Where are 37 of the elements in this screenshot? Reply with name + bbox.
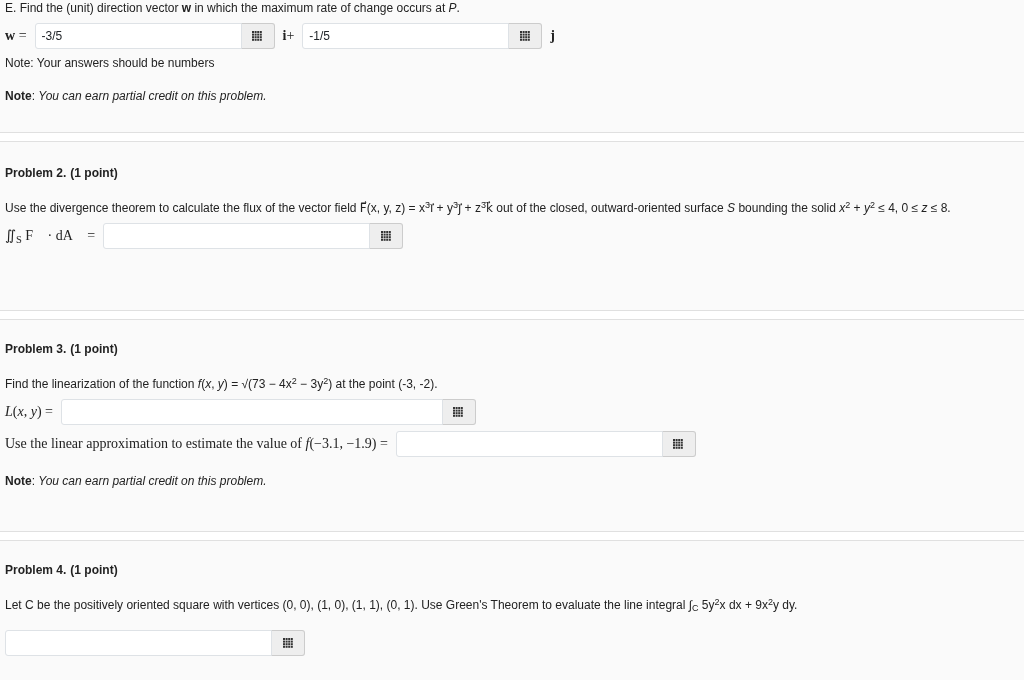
equation-editor-button[interactable] <box>240 22 275 49</box>
grid-icon <box>453 406 464 417</box>
equation-editor-button[interactable] <box>441 398 476 425</box>
problem-title: Problem 4. <box>5 562 67 579</box>
math-label: j <box>550 27 555 45</box>
grid-icon <box>519 30 530 41</box>
grid-icon <box>252 30 263 41</box>
math-label: w = <box>5 27 27 45</box>
equation-editor-button[interactable] <box>369 222 404 249</box>
question-text: Use the divergence theorem to calculate the flux of the vector field F⃗(x, y, z) = x$^{3}$i⃗ + y$^{3}$j⃗ + z$^{3}$k⃗ out of the closed, outward-oriented surface S bounding the solid x$^{2}$ + y$^{2}$ ≤ 4, 0 ≤ z ≤ 8. <box>5 200 952 217</box>
math-label: Use the linear approximation to estimate the value of f(−3.1, −1.9) = <box>5 435 388 453</box>
grid-icon <box>282 637 293 648</box>
problem-points: (1 point) <box>70 562 118 579</box>
problem-title: Problem 2. <box>5 165 67 182</box>
grid-icon <box>380 230 391 241</box>
answer-field[interactable] <box>5 629 272 656</box>
question-text: Note: Your answers should be numbers <box>5 54 216 72</box>
answer-field[interactable] <box>103 222 371 249</box>
answer-field[interactable] <box>395 430 663 457</box>
question-text: Find the linearization of the function f(x, y) = √(73 − 4x$^{2}$ − 3y$^{2}$) at the point (-3, -2). <box>5 376 439 393</box>
answer-field[interactable] <box>60 398 443 425</box>
problem-title: Problem 3. <box>5 341 67 358</box>
answer-field[interactable]: -1/5 <box>302 22 510 49</box>
math-label: i+ <box>282 27 295 45</box>
problem-points: (1 point) <box>70 165 118 182</box>
equation-editor-button[interactable] <box>508 22 543 49</box>
grid-icon <box>673 438 684 449</box>
question-text: E. Find the (unit) direction vector w in which the maximum rate of change occurs at P. <box>5 0 461 17</box>
math-label: L(x, y) = <box>5 403 53 421</box>
note-text: Note: You can earn partial credit on this problem. <box>5 87 268 105</box>
question-text: Let C be the positively oriented square with vertices (0, 0), (1, 0), (1, 1), (0, 1). Use Green's Theorem to evaluate the line integral ∫$_{C}$ 5y$^{2}$x dx + 9x$^{2}$y dy. <box>5 597 799 614</box>
problem-points: (1 point) <box>70 341 118 358</box>
math-label: ∬$_{S}$ F⃗ · dA⃗ = <box>5 227 96 246</box>
note-text: Note: You can earn partial credit on this problem. <box>5 472 268 490</box>
answer-field[interactable]: -3/5 <box>34 22 242 49</box>
equation-editor-button[interactable] <box>661 430 696 457</box>
equation-editor-button[interactable] <box>271 629 305 656</box>
